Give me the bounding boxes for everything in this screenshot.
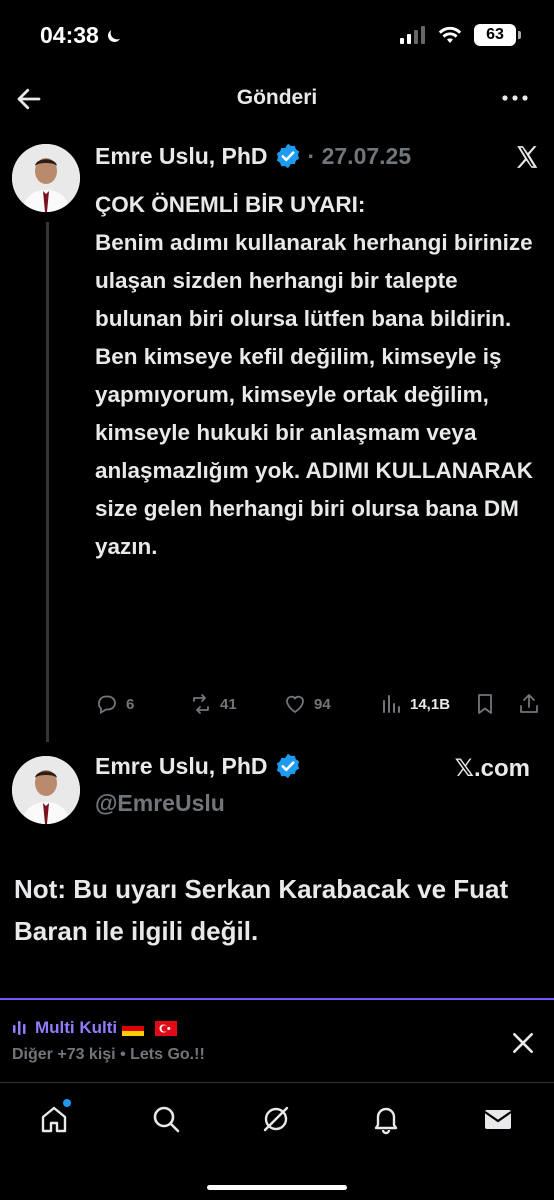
avatar-image [12, 756, 80, 824]
share-icon [520, 694, 538, 713]
banner-title-row: Multi Kulti [12, 1018, 178, 1038]
battery-level: 63 [486, 26, 504, 43]
author-name[interactable]: Emre Uslu, PhD [95, 143, 268, 170]
author-name[interactable]: Emre Uslu, PhD [95, 753, 268, 780]
tweet-date: · 27.07.25 [307, 142, 412, 169]
header: Gönderi [0, 70, 554, 128]
bottom-tab-bar [0, 1082, 554, 1200]
source-label: 𝕏.com [454, 755, 530, 782]
reply-icon [98, 695, 116, 715]
spaces-banner[interactable]: Multi Kulti Diğer +73 kişi • Lets Go.!! [0, 998, 554, 1082]
tweet-actions: 6 41 94 14,1B [95, 692, 545, 718]
verified-badge-icon [276, 143, 299, 169]
turkey-flag-icon [155, 1020, 178, 1036]
status-icons: 63 [400, 24, 521, 46]
battery-indicator: 63 [474, 24, 521, 46]
bookmark-button[interactable] [473, 692, 497, 716]
author-handle[interactable]: @EmreUslu [95, 790, 225, 817]
like-button[interactable]: 94 [283, 692, 331, 716]
note-text: Not: Bu uyarı Serkan Karabacak ve Fuat B… [14, 874, 509, 946]
clock-text: 04:38 [40, 22, 99, 48]
like-count: 94 [314, 695, 331, 713]
tweet-text: ÇOK ÖNEMLİ BİR UYARI: Benim adımı kullan… [95, 192, 533, 559]
thread-connector [46, 222, 49, 742]
messages-icon[interactable] [482, 1103, 514, 1135]
reply-button[interactable]: 6 [95, 692, 134, 716]
grok-icon[interactable] [260, 1103, 292, 1135]
author-row: Emre Uslu, PhD [95, 752, 302, 780]
views-button[interactable]: 14,1B [379, 692, 450, 716]
avatar[interactable] [12, 756, 80, 824]
verified-badge-icon [276, 753, 299, 779]
home-icon[interactable] [38, 1103, 70, 1135]
signal-icon [400, 26, 425, 44]
x-logo-icon [517, 146, 538, 168]
page-title: Gönderi [236, 86, 318, 109]
repost-icon [193, 694, 209, 714]
close-icon[interactable] [510, 1030, 536, 1056]
wifi-icon [438, 26, 462, 43]
germany-flag-icon [122, 1020, 145, 1036]
views-count: 14,1B [410, 695, 451, 713]
bookmark-icon [478, 694, 492, 714]
moon-icon [107, 29, 120, 42]
heart-icon [286, 695, 304, 714]
more-options-icon[interactable] [500, 86, 530, 110]
repost-count: 41 [220, 695, 237, 713]
banner-title: Multi Kulti [35, 1018, 118, 1037]
home-notification-dot [63, 1099, 71, 1107]
reply-count: 6 [126, 695, 135, 713]
status-time: 04:38 [40, 22, 123, 49]
author-row: Emre Uslu, PhD · 27.07.25 [95, 142, 411, 170]
avatar[interactable] [12, 144, 80, 212]
search-icon[interactable] [150, 1103, 182, 1135]
notifications-icon[interactable] [370, 1103, 402, 1135]
repost-button[interactable]: 41 [189, 692, 237, 716]
views-icon [383, 695, 400, 713]
banner-subtitle: Diğer +73 kişi • Lets Go.!! [12, 1046, 205, 1063]
home-indicator [207, 1185, 347, 1190]
share-button[interactable] [517, 692, 541, 716]
status-bar: 04:38 63 [0, 0, 554, 70]
avatar-image [12, 144, 80, 212]
audio-wave-icon [13, 1021, 26, 1035]
